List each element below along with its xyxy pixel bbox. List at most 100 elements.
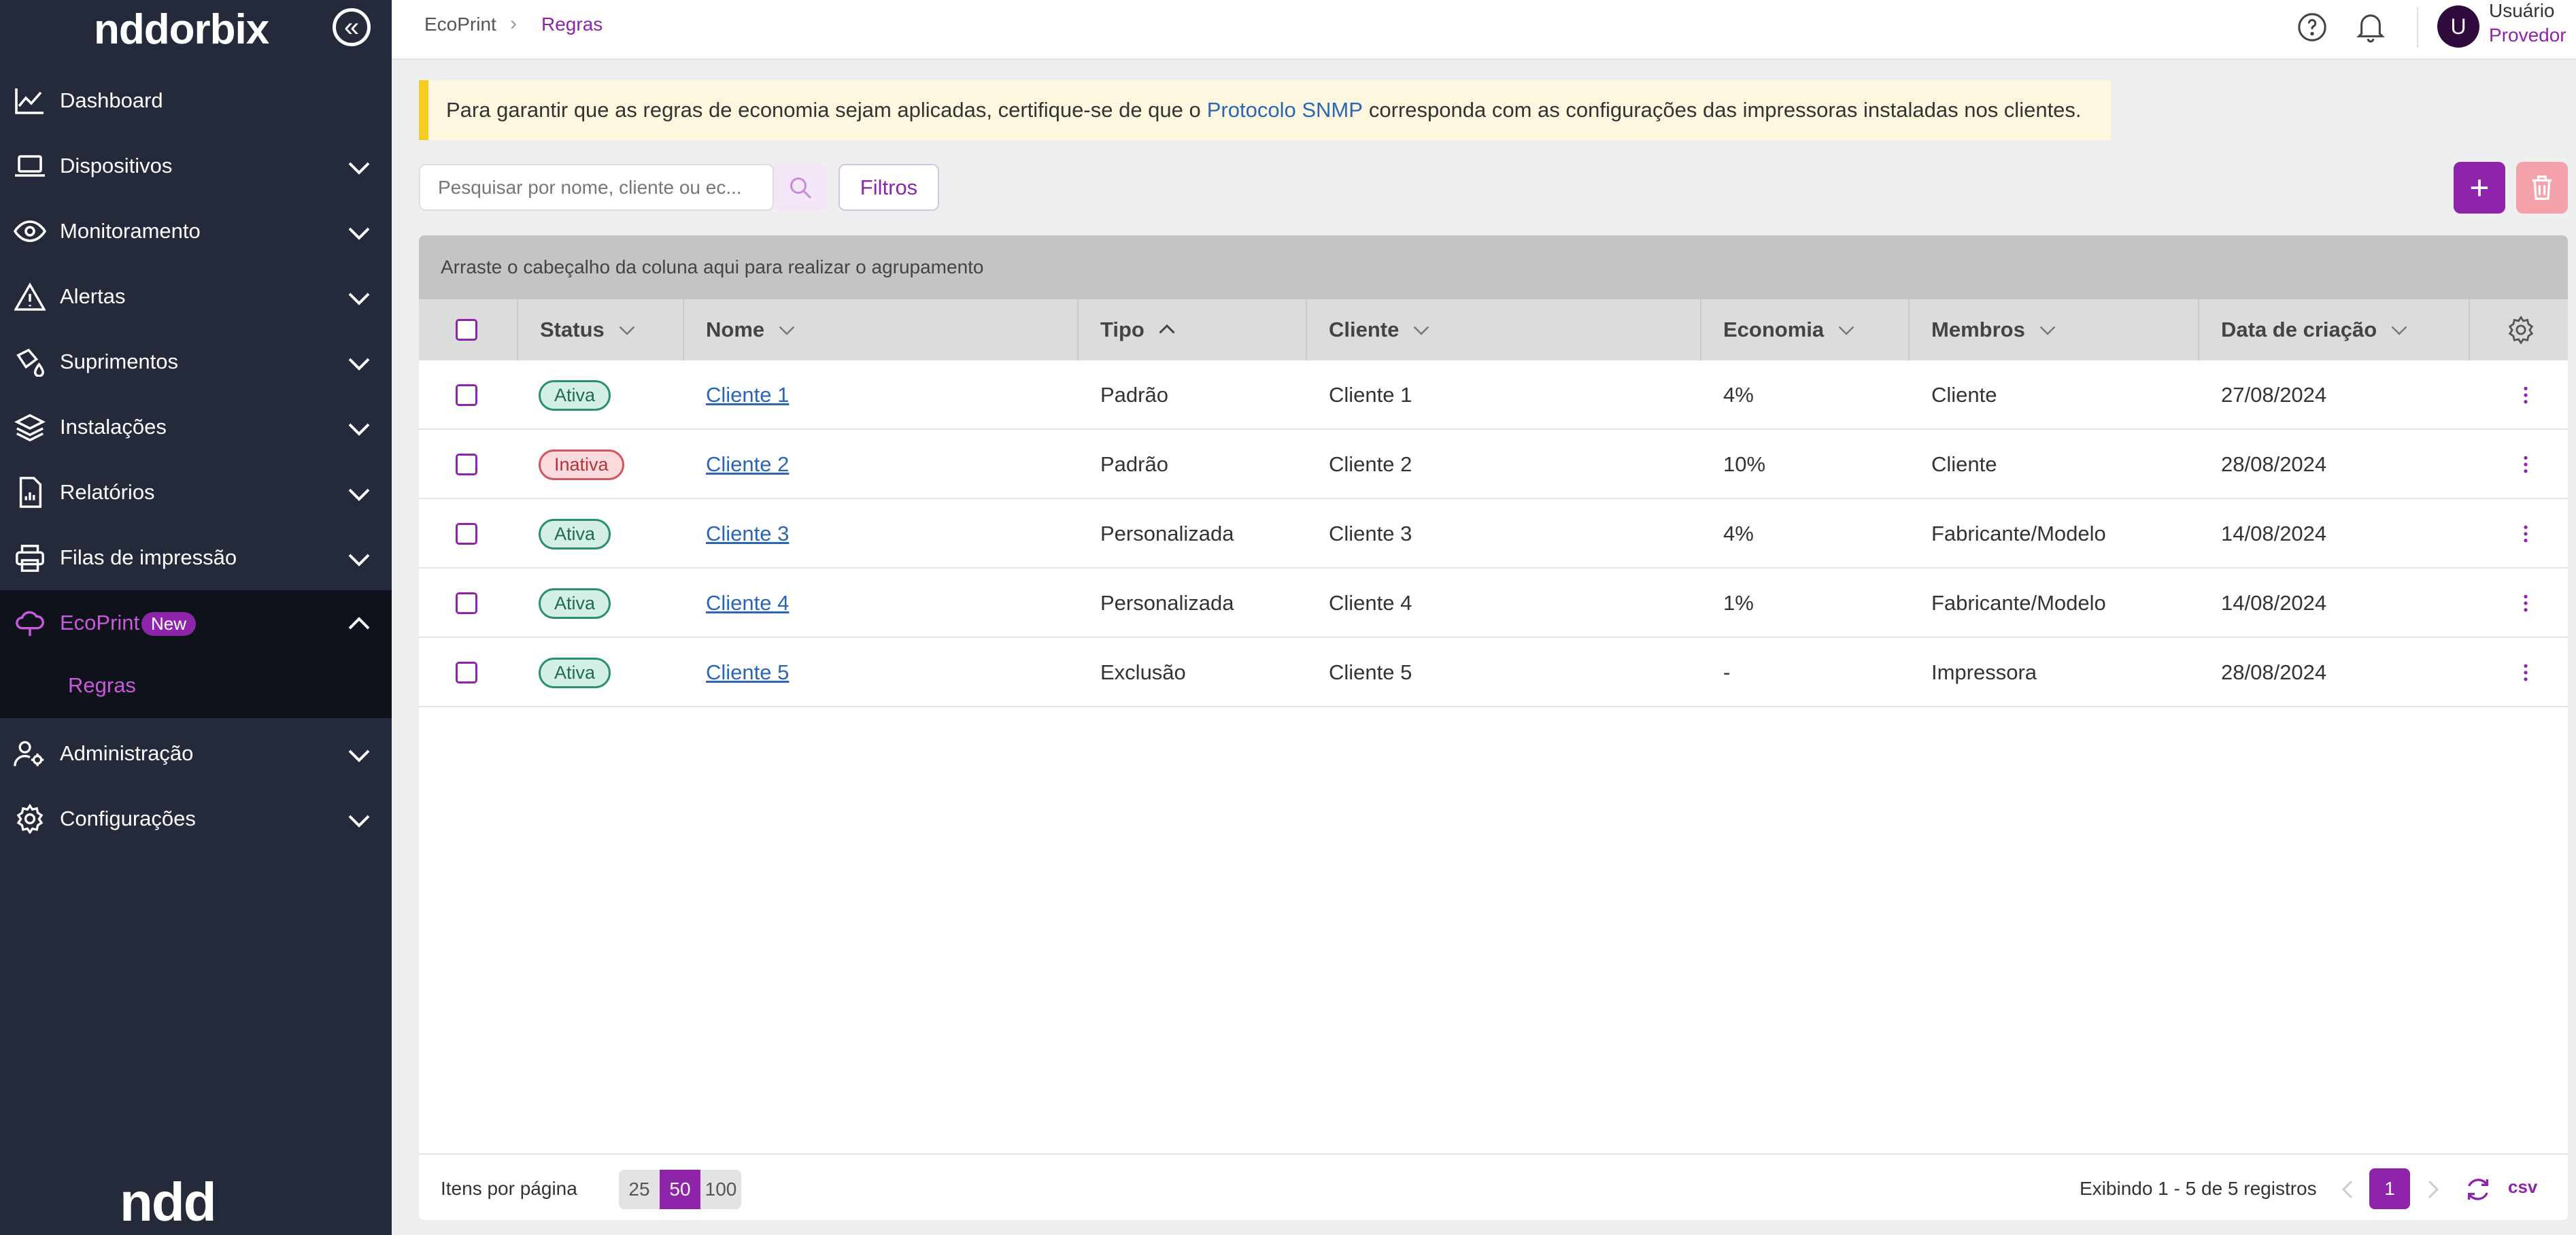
sidebar-item-filas-de-impressao[interactable]: Filas de impressão [0,525,392,590]
chevron-right-icon [2428,1180,2439,1199]
page-size-option[interactable]: 50 [660,1170,700,1209]
sidebar-item-alertas[interactable]: Alertas [0,264,392,329]
cell-cliente-text: Cliente 5 [1329,660,1412,684]
filters-button[interactable]: Filtros [838,164,939,211]
cell-status: Ativa [539,360,611,430]
page-size-option[interactable]: 25 [619,1170,660,1209]
eye-icon [12,214,48,249]
row-actions-button[interactable] [2512,499,2539,569]
cell-data-de-criacao-text: 14/08/2024 [2221,522,2327,545]
sidebar-subitem-regras[interactable]: Regras [68,673,136,698]
ink-drop-icon [12,344,48,379]
column-divider [1908,299,1910,360]
banner-text-after: corresponda com as configurações das imp… [1368,98,2082,122]
cell-status: Ativa [539,569,611,638]
column-header-tipo[interactable]: Tipo [1100,299,1177,360]
add-rule-button[interactable]: + [2454,162,2505,214]
delete-button[interactable] [2516,162,2568,214]
cell-membros-text: Cliente [1931,383,1997,407]
cell-membros: Fabricante/Modelo [1931,569,2106,638]
cell-data-de-criacao: 14/08/2024 [2221,569,2326,638]
collapse-sidebar-button[interactable]: « [333,8,371,46]
chevron-up-icon [1159,324,1175,334]
page-button-current[interactable]: 1 [2369,1168,2410,1209]
sidebar-item-relatorios[interactable]: Relatórios [0,460,392,525]
sidebar-item-suprimentos[interactable]: Suprimentos [0,329,392,394]
page-size-option[interactable]: 100 [700,1170,741,1209]
column-header-nome[interactable]: Nome [706,299,797,360]
sidebar-item-dispositivos[interactable]: Dispositivos [0,133,392,199]
sidebar-item-configuracoes[interactable]: Configurações [0,786,392,851]
column-header-status[interactable]: Status [540,299,637,360]
row-checkbox[interactable] [456,430,477,499]
rule-name-link[interactable]: Cliente 4 [706,591,789,615]
snmp-protocol-link[interactable]: Protocolo SNMP [1207,98,1363,122]
sidebar-item-label: Dashboard [60,88,163,112]
status-badge: Ativa [539,379,611,411]
table-row[interactable]: Ativa Cliente 3 Personalizada Cliente 3 4% Fa… [419,499,2568,569]
prev-page-button[interactable] [2334,1172,2361,1206]
rule-name-link[interactable]: Cliente 3 [706,522,789,546]
avatar[interactable]: U [2437,5,2479,48]
cell-membros-text: Fabricante/Modelo [1931,522,2106,545]
row-checkbox[interactable] [456,360,477,430]
cell-nome: Cliente 3 [706,499,789,569]
cell-membros-text: Fabricante/Modelo [1931,591,2106,615]
rule-name-link[interactable]: Cliente 5 [706,660,789,685]
sidebar-item-ecoprint[interactable]: EcoPrint New [0,590,392,656]
column-header-membros[interactable]: Membros [1931,299,2058,360]
rule-name-link[interactable]: Cliente 1 [706,383,789,407]
csv-export-button[interactable]: csv [2508,1177,2537,1198]
column-header-cliente[interactable]: Cliente [1329,299,1431,360]
bell-icon[interactable] [2353,10,2388,45]
column-header-economia[interactable]: Economia [1723,299,1857,360]
banner-text-before: Para garantir que as regras de economia … [446,98,1201,122]
sidebar-item-label: Dispositivos [60,154,173,177]
chevron-down-icon [348,488,370,501]
column-divider [517,299,518,360]
sidebar-item-instalacoes[interactable]: Instalações [0,394,392,460]
row-checkbox[interactable] [456,569,477,638]
row-checkbox[interactable] [456,638,477,707]
help-icon[interactable] [2294,10,2330,45]
table-row[interactable]: Ativa Cliente 1 Padrão Cliente 1 4% Cliente 27… [419,360,2568,430]
rule-name-link[interactable]: Cliente 2 [706,452,789,477]
cell-status: Inativa [539,430,624,499]
cell-economia-text: 4% [1723,522,1754,545]
column-divider [683,299,684,360]
column-settings-button[interactable] [2507,299,2535,360]
search-input[interactable] [420,165,773,209]
search-button[interactable] [774,164,827,211]
row-checkbox[interactable] [456,499,477,569]
cell-data-de-criacao: 14/08/2024 [2221,499,2326,569]
select-all-checkbox[interactable] [456,299,477,360]
cell-economia: 4% [1723,499,1754,569]
row-actions-button[interactable] [2512,430,2539,499]
sidebar-item-label: Configurações [60,807,196,830]
group-panel[interactable]: Arraste o cabeçalho da coluna aqui para … [419,235,2568,299]
sidebar-item-label: Monitoramento [60,219,201,243]
search-field [419,164,774,211]
row-actions-button[interactable] [2512,360,2539,430]
column-header-data-de-criacao[interactable]: Data de criação [2221,299,2409,360]
next-page-button[interactable] [2420,1172,2447,1206]
table-row[interactable]: Ativa Cliente 4 Personalizada Cliente 4 1% Fa… [419,569,2568,638]
sidebar-item-dashboard[interactable]: Dashboard [0,68,392,133]
table-row[interactable]: Ativa Cliente 5 Exclusão Cliente 5 - Impresso… [419,638,2568,707]
status-badge: Ativa [539,518,611,549]
kebab-menu-icon [2524,456,2528,473]
cell-economia: 1% [1723,569,1754,638]
sidebar-item-monitoramento[interactable]: Monitoramento [0,199,392,264]
eco-cloud-icon [12,605,48,641]
row-actions-button[interactable] [2512,569,2539,638]
refresh-button[interactable] [2464,1172,2492,1206]
table-row[interactable]: Inativa Cliente 2 Padrão Cliente 2 10% Client… [419,430,2568,499]
cell-membros: Fabricante/Modelo [1931,499,2106,569]
sidebar-item-administracao[interactable]: Administração [0,721,392,786]
row-actions-button[interactable] [2512,638,2539,707]
kebab-menu-icon [2524,525,2528,543]
chevron-down-icon [619,326,635,335]
breadcrumb-ecoprint[interactable]: EcoPrint [424,14,496,35]
cell-tipo: Personalizada [1100,569,1234,638]
cell-cliente: Cliente 1 [1329,360,1412,430]
